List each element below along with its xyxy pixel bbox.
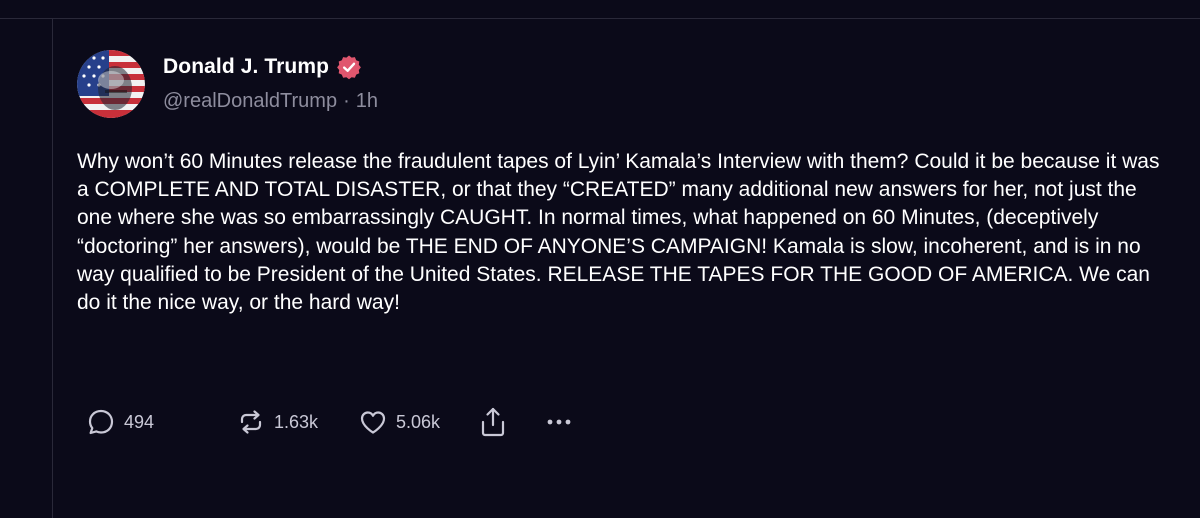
- action-bar: 494 1.63k 5.06k: [86, 404, 584, 440]
- share-icon: [478, 406, 508, 438]
- handle[interactable]: @realDonaldTrump: [163, 90, 337, 113]
- post-text: Why won’t 60 Minutes release the fraudul…: [77, 150, 1166, 315]
- divider-line: [0, 18, 52, 19]
- repost-count: 1.63k: [274, 411, 319, 432]
- reply-icon: [86, 407, 116, 437]
- verified-badge-icon: [336, 54, 362, 80]
- post-header: Donald J. Trump @realDonaldTrump · 1h: [163, 54, 378, 113]
- like-count: 5.06k: [396, 411, 441, 432]
- avatar[interactable]: [77, 50, 145, 118]
- name-row: Donald J. Trump: [163, 54, 378, 80]
- display-name[interactable]: Donald J. Trump: [163, 55, 329, 79]
- handle-row: @realDonaldTrump · 1h: [163, 90, 378, 113]
- reply-count: 494: [124, 411, 155, 432]
- ellipsis-icon: [544, 407, 574, 437]
- like-button[interactable]: 5.06k: [358, 407, 478, 437]
- reply-button[interactable]: 494: [86, 407, 236, 437]
- avatar-image: [77, 50, 145, 118]
- repost-button[interactable]: 1.63k: [236, 407, 358, 437]
- post-time[interactable]: 1h: [356, 90, 378, 113]
- share-button[interactable]: [478, 406, 544, 438]
- more-options-button[interactable]: [544, 407, 584, 437]
- heart-icon: [358, 407, 388, 437]
- time-separator: ·: [343, 90, 350, 112]
- repost-icon: [236, 407, 266, 437]
